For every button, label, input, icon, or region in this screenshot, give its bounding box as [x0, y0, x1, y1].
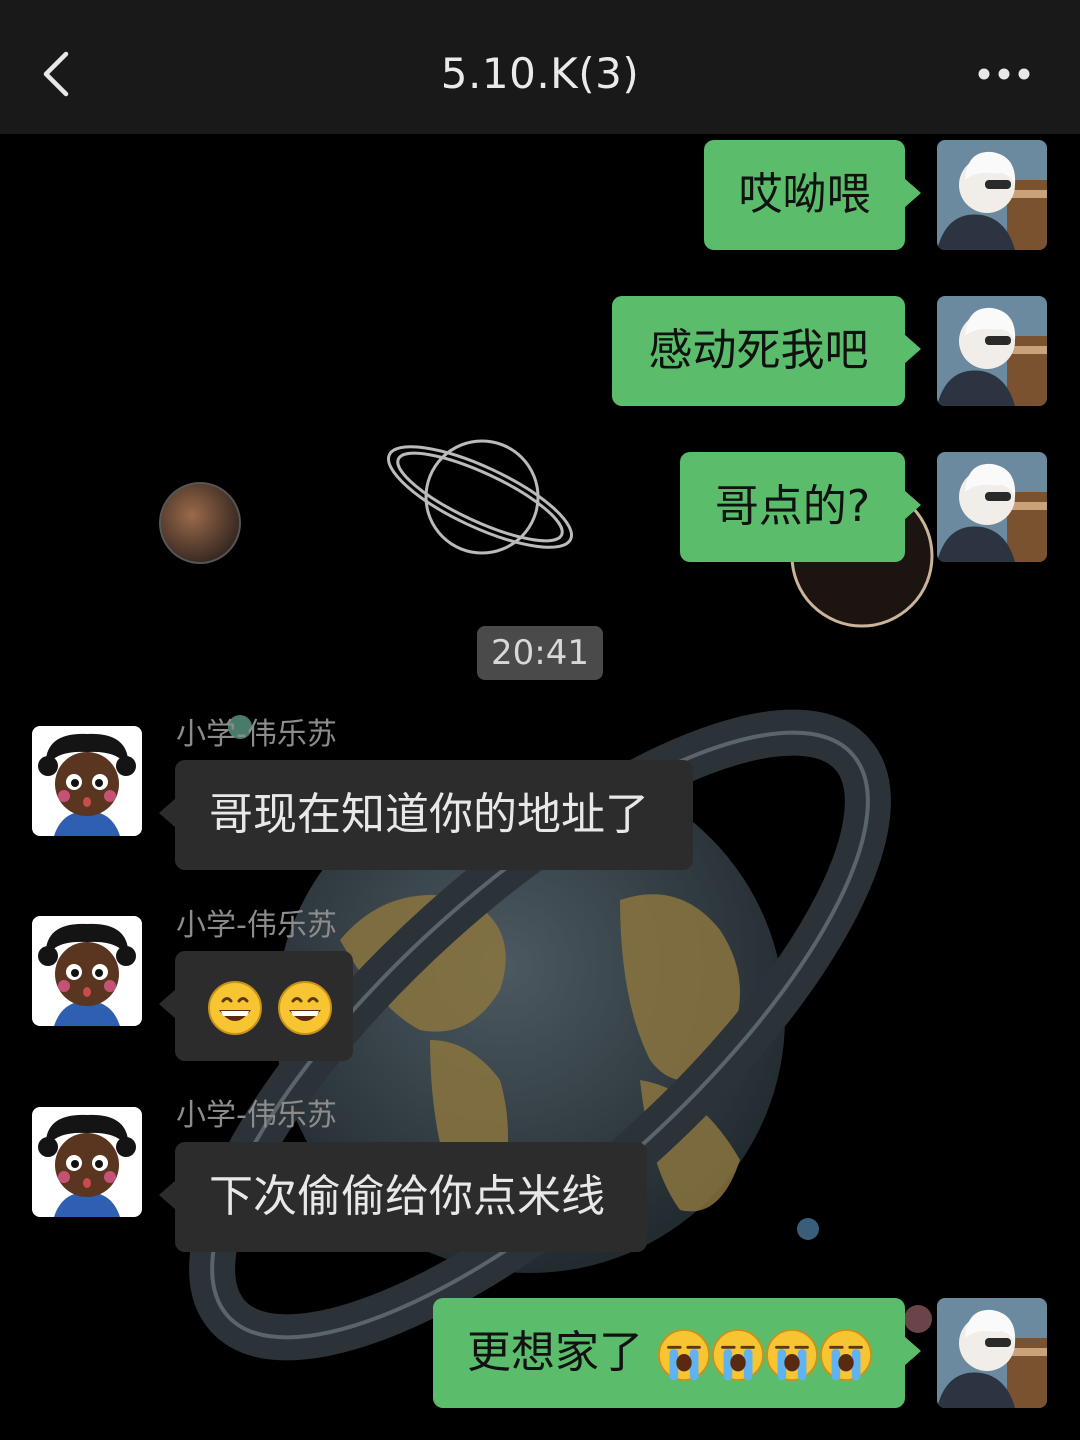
message-bubble-outgoing[interactable]: 哎呦喂: [704, 140, 921, 250]
chat-title: 5.10.K(3): [440, 49, 640, 98]
tiny-planet: [904, 1305, 932, 1333]
my-avatar[interactable]: [937, 452, 1047, 562]
sender-name: 小学-伟乐苏: [176, 1098, 337, 1133]
loudly-crying-face-emoji: [711, 1328, 765, 1382]
loudly-crying-face-emoji: [657, 1328, 711, 1382]
sender-name: 小学-伟乐苏: [176, 908, 337, 943]
loudly-crying-face-emoji: [819, 1328, 873, 1382]
contact-avatar[interactable]: [32, 726, 142, 836]
chat-header: 5.10.K(3): [0, 0, 1080, 134]
message-bubble-incoming[interactable]: [159, 951, 353, 1061]
loudly-crying-face-emoji: [765, 1328, 819, 1382]
message-bubble-incoming[interactable]: 下次偷偷给你点米线: [159, 1142, 647, 1252]
grinning-face-emoji: [278, 981, 332, 1035]
message-bubble-outgoing[interactable]: 哥点的?: [680, 452, 921, 562]
tiny-planet: [797, 1218, 819, 1240]
outline-ringed-planet: [386, 439, 574, 555]
message-text: 更想家了: [467, 1327, 643, 1378]
contact-avatar[interactable]: [32, 916, 142, 1026]
small-planet: [159, 482, 241, 564]
my-avatar[interactable]: [937, 140, 1047, 250]
message-bubble-outgoing[interactable]: 更想家了: [433, 1298, 921, 1408]
message-bubble-incoming[interactable]: 哥现在知道你的地址了: [159, 760, 693, 870]
my-avatar[interactable]: [937, 296, 1047, 406]
message-bubble-outgoing[interactable]: 感动死我吧: [612, 296, 921, 406]
my-avatar[interactable]: [937, 1298, 1047, 1408]
contact-avatar[interactable]: [32, 1107, 142, 1217]
more-dots-icon[interactable]: [972, 52, 1036, 96]
grinning-face-emoji: [208, 981, 262, 1035]
time-divider: 20:41: [477, 626, 603, 680]
sender-name: 小学-伟乐苏: [176, 717, 337, 752]
